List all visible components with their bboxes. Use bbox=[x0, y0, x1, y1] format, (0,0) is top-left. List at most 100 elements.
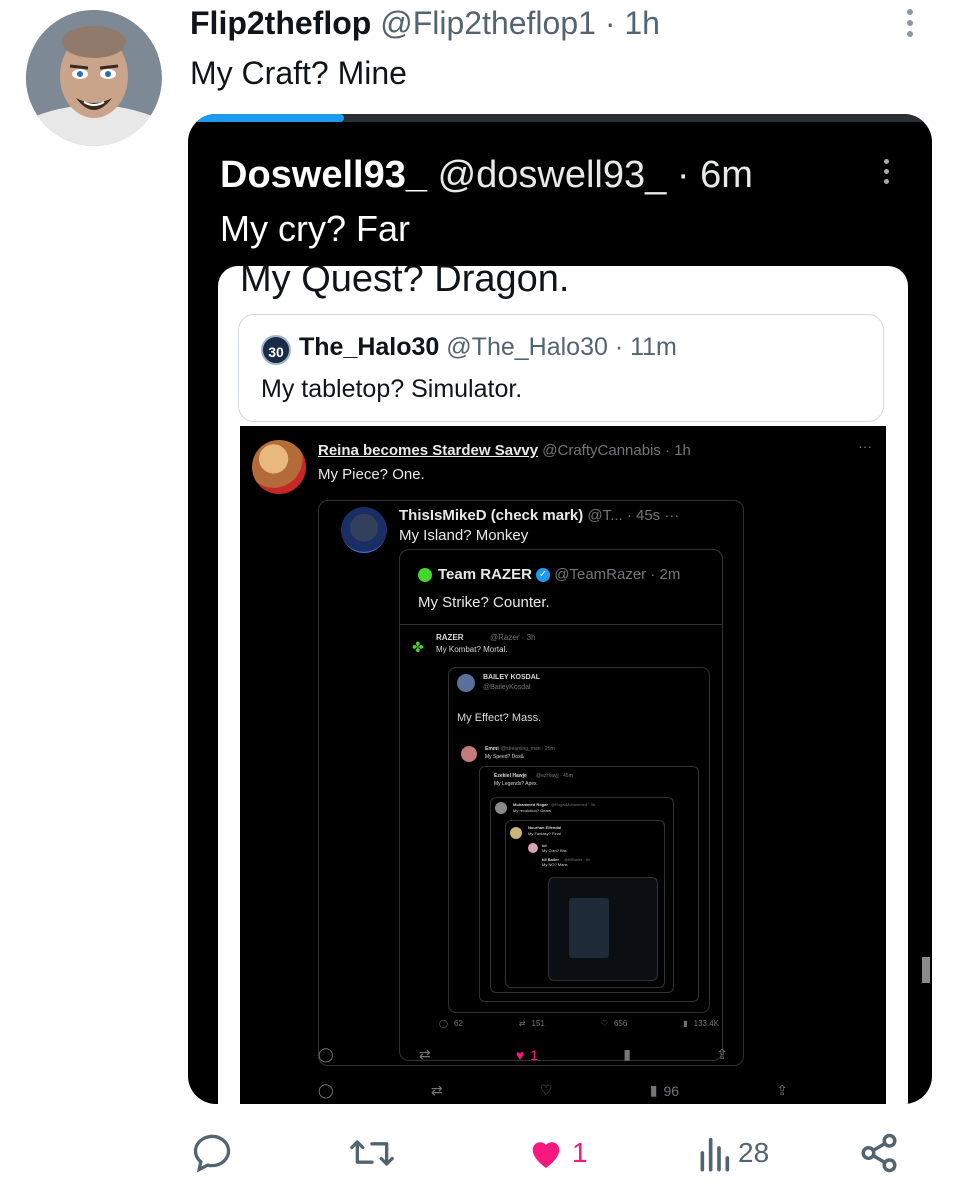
nourhan-card: Nourhan Elfendal My Fantasy? Final lol M… bbox=[505, 820, 665, 988]
scrollbar-thumb[interactable] bbox=[922, 957, 930, 983]
verified-icon: ✓ bbox=[536, 568, 551, 583]
reina-views-action: ▮ 96 bbox=[649, 1082, 680, 1099]
quest-text: My Quest? Dragon. bbox=[240, 266, 570, 300]
ezekiel-name: Ezekiel Hawje bbox=[494, 773, 527, 779]
razer-name: RAZER bbox=[436, 633, 464, 642]
nourhan-text: My Fantasy? Final bbox=[528, 831, 561, 836]
mike-bottom-reply-icon: ◯ bbox=[318, 1046, 334, 1062]
embedded-video[interactable]: Doswell93_ @doswell93_ · 6m My cry? Far … bbox=[188, 114, 932, 1104]
mike-quote-card: ThisIsMikeD (check mark) @T... · 45s ···… bbox=[318, 500, 744, 1066]
bailey-card: BAILEY KOSDAL @BaileyKosdal My Effect? M… bbox=[448, 667, 710, 1013]
tweet-action-bar: 1 28 bbox=[190, 1128, 910, 1178]
tweet-time[interactable]: 1h bbox=[624, 5, 660, 41]
like-button[interactable]: 1 bbox=[526, 1128, 588, 1178]
video-separator: · bbox=[676, 154, 690, 196]
innermost-card bbox=[548, 877, 658, 981]
ezekiel-meta: @ezHawjj · 45m bbox=[536, 773, 573, 779]
lol-avatar bbox=[528, 843, 538, 853]
bailey-avatar bbox=[457, 674, 475, 692]
mike-action-row: ◯ 62 ⇄ 151 ♡ 656 ▮ 133.4K bbox=[439, 1019, 719, 1028]
bailey-name: BAILEY KOSDAL bbox=[483, 674, 541, 681]
views-button[interactable]: 28 bbox=[696, 1128, 769, 1178]
video-author-name: Doswell93_ bbox=[220, 154, 427, 196]
emmi-meta: @streaming_man · 25m bbox=[501, 746, 555, 752]
mike-like-count: 656 bbox=[613, 1019, 628, 1028]
reina-meta: @CraftyCannabis · 1h bbox=[542, 442, 691, 459]
mike-reply-action: ◯ 62 bbox=[439, 1019, 463, 1028]
team-razer-header: Team RAZER ✓ @TeamRazer · 2m bbox=[438, 566, 680, 583]
video-author-handle: @doswell93_ bbox=[437, 154, 667, 196]
mike-bottom-views-icon: ▮ bbox=[623, 1046, 631, 1062]
mike-retweet-count: 151 bbox=[531, 1019, 545, 1028]
author-avatar[interactable] bbox=[26, 10, 162, 146]
separator-dot: · bbox=[604, 5, 616, 41]
views-count: 28 bbox=[738, 1137, 770, 1168]
lol-text: My Coin? Bits bbox=[542, 848, 567, 853]
mike-header: ThisIsMikeD (check mark) @T... · 45s ··· bbox=[399, 507, 679, 524]
reina-name: Reina becomes Stardew Savvy bbox=[318, 442, 539, 459]
reina-share-icon: ⇪ bbox=[776, 1082, 788, 1098]
mohammed-card: Mohammed Rogar @RogarMohammed · 4h My re… bbox=[490, 797, 674, 993]
video-progress-fill bbox=[188, 114, 345, 122]
razer-logo-icon bbox=[418, 568, 432, 582]
like-count: 1 bbox=[572, 1137, 588, 1168]
razer-snake-icon: ✤ bbox=[412, 639, 424, 655]
more-options-icon[interactable] bbox=[900, 6, 920, 40]
mike-bottom-share-icon: ⇪ bbox=[716, 1046, 728, 1062]
reina-text: My Piece? One. bbox=[318, 466, 425, 483]
retweet-icon bbox=[350, 1140, 394, 1166]
video-tweet-text: My cry? Far bbox=[220, 208, 411, 249]
author-name[interactable]: Flip2theflop bbox=[190, 5, 371, 41]
razer-text: My Kombat? Mortal. bbox=[436, 645, 508, 654]
innermost-screenshot bbox=[569, 898, 609, 958]
razer-deep-screenshot: ✤ RAZER @Razer · 3h My Kombat? Mortal. B… bbox=[400, 624, 722, 1060]
halo-header: The_Halo30 @The_Halo30 · 11m bbox=[299, 333, 677, 362]
share-button[interactable] bbox=[858, 1128, 900, 1178]
reply-button[interactable] bbox=[190, 1128, 234, 1178]
bailey-handle: @BaileyKosdal bbox=[483, 684, 531, 691]
nourhan-name: Nourhan Elfendal bbox=[528, 825, 562, 830]
mike-text: My Island? Monkey bbox=[399, 527, 529, 544]
author-handle[interactable]: @Flip2theflop1 bbox=[380, 5, 596, 41]
video-time: 6m bbox=[700, 154, 753, 196]
mike-retweet-action: ⇄ 151 bbox=[518, 1019, 545, 1028]
team-razer-card: Team RAZER ✓ @TeamRazer · 2m My Strike? … bbox=[399, 549, 723, 1061]
retweet-button[interactable] bbox=[348, 1128, 396, 1178]
ezekiel-text: My Legends? Apex. bbox=[494, 781, 538, 787]
reina-like-icon: ♡ bbox=[539, 1082, 553, 1098]
mohammed-avatar bbox=[495, 802, 507, 814]
nourhan-avatar bbox=[510, 827, 522, 839]
reina-more-icon: ··· bbox=[858, 438, 872, 454]
mohammed-name: Mohammed Rogar bbox=[513, 802, 548, 807]
halo-meta: @The_Halo30 · 11m bbox=[446, 333, 677, 361]
bailer-text: My NO? Mans bbox=[542, 862, 568, 867]
team-razer-text: My Strike? Counter. bbox=[418, 594, 550, 611]
mike-bottom-retweet-icon: ⇄ bbox=[418, 1046, 431, 1062]
mike-bottom-action-row: ◯ ⇄ ♥ 1 ▮ ⇪ bbox=[318, 1046, 728, 1063]
razer-meta: @Razer · 3h bbox=[490, 633, 536, 642]
emmi-text: My Speed? Dos& bbox=[485, 754, 524, 760]
mike-like-action: ♡ 656 bbox=[600, 1019, 628, 1028]
reina-action-row: ◯ ⇄ ♡ ▮ 96 ⇪ bbox=[318, 1082, 788, 1099]
team-razer-name: Team RAZER bbox=[438, 566, 532, 583]
mike-avatar bbox=[341, 507, 387, 553]
heart-filled-icon bbox=[532, 1142, 560, 1168]
reply-icon bbox=[193, 1134, 231, 1173]
mike-views-action: ▮ 133.4K bbox=[683, 1019, 719, 1028]
tweet-header: Flip2theflop @Flip2theflop1 · 1h bbox=[190, 5, 660, 42]
reina-retweet-icon: ⇄ bbox=[430, 1082, 443, 1098]
emmi-avatar bbox=[461, 746, 477, 762]
reina-avatar bbox=[252, 440, 306, 494]
reina-reply-icon: ◯ bbox=[318, 1082, 334, 1098]
mike-views-count: 133.4K bbox=[693, 1019, 719, 1028]
mohammed-meta: @RogarMohammed · 4h bbox=[551, 802, 596, 807]
reina-views-count: 96 bbox=[663, 1082, 680, 1099]
mike-meta: @T... · 45s bbox=[587, 507, 661, 524]
mike-bottom-like-action: ♥ 1 bbox=[515, 1046, 539, 1063]
mike-more-icon: ··· bbox=[664, 507, 680, 524]
ezekiel-card: Ezekiel Hawje @ezHawjj · 45m My Legends?… bbox=[479, 766, 699, 1002]
video-more-icon bbox=[880, 156, 892, 190]
reina-screenshot: Reina becomes Stardew Savvy @CraftyCanna… bbox=[240, 426, 886, 1104]
mohammed-text: My revolution? Gears bbox=[513, 808, 552, 813]
reina-header: Reina becomes Stardew Savvy @CraftyCanna… bbox=[318, 442, 691, 459]
